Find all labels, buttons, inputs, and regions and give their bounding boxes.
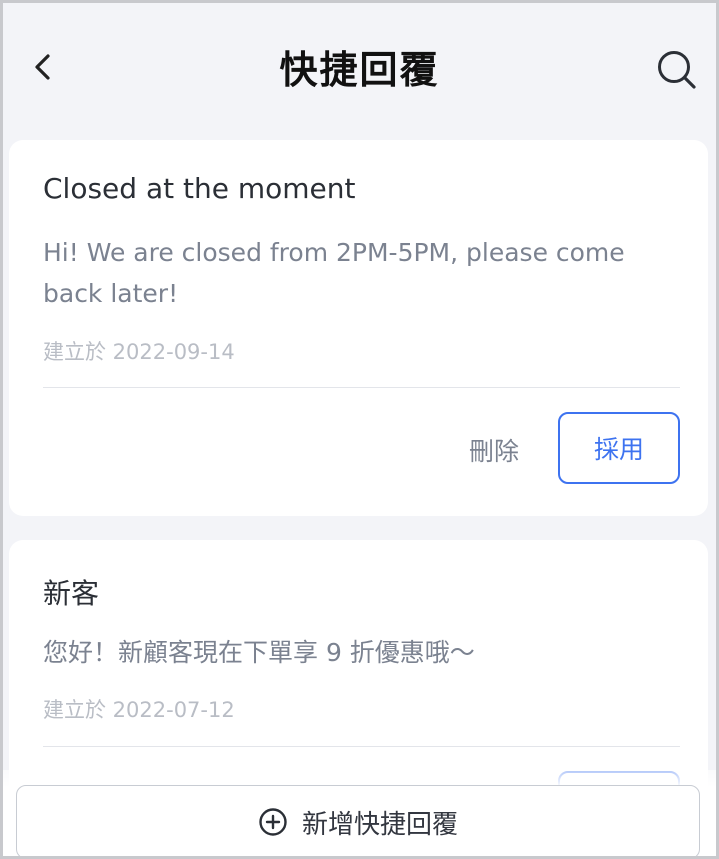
card-divider bbox=[43, 746, 680, 747]
bottom-bar: 新增快捷回覆 bbox=[3, 770, 716, 856]
reply-date: 建立於 2022-09-14 bbox=[43, 340, 235, 364]
delete-button[interactable]: 刪除 bbox=[469, 432, 519, 468]
search-button[interactable] bbox=[652, 45, 702, 95]
reply-body: Hi! We are closed from 2PM-5PM, please c… bbox=[43, 238, 625, 308]
search-icon bbox=[658, 51, 696, 89]
add-quick-reply-label: 新增快捷回覆 bbox=[301, 809, 458, 840]
reply-title: Closed at the moment bbox=[43, 172, 356, 205]
reply-title: 新客 bbox=[43, 577, 100, 610]
card-divider bbox=[43, 387, 680, 388]
reply-body: 您好！新顧客現在下單享 9 折優惠哦～ bbox=[43, 638, 475, 667]
reply-date: 建立於 2022-07-12 bbox=[43, 698, 235, 722]
app-frame: 快捷回覆 Closed at the moment Hi! We are clo… bbox=[0, 0, 719, 859]
reply-card: Closed at the moment Hi! We are closed f… bbox=[9, 140, 708, 516]
plus-circle-icon bbox=[259, 808, 287, 836]
top-bar: 快捷回覆 bbox=[3, 3, 716, 131]
apply-button[interactable]: 採用 bbox=[558, 412, 680, 484]
add-quick-reply-button[interactable]: 新增快捷回覆 bbox=[16, 785, 700, 856]
page-title: 快捷回覆 bbox=[279, 48, 440, 92]
